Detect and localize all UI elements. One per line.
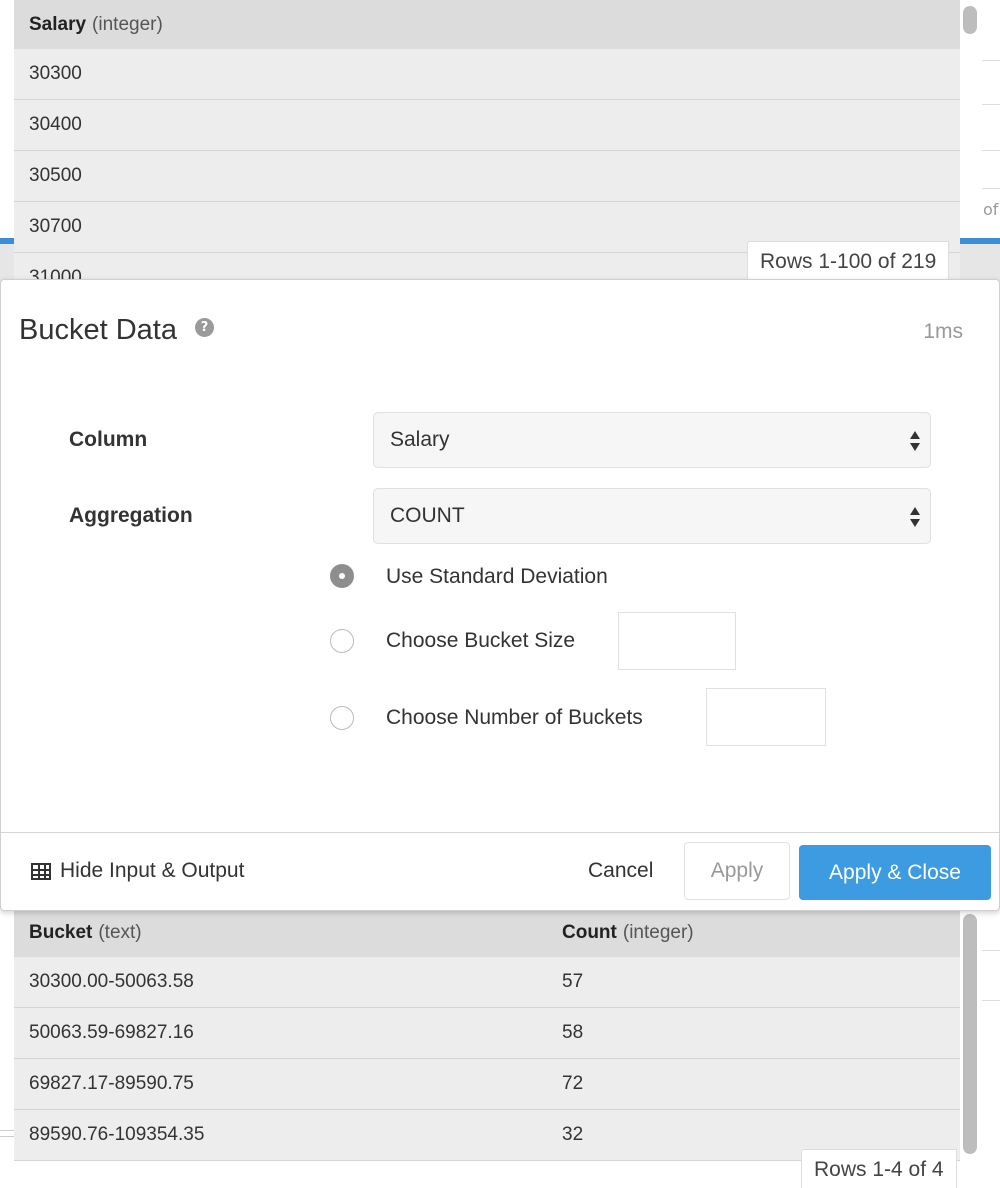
column-select[interactable]: Salary bbox=[373, 412, 931, 468]
sort-arrows-icon bbox=[910, 430, 920, 452]
table-row: 50063.59-69827.16 58 bbox=[14, 1008, 960, 1059]
table-cell: 57 bbox=[562, 971, 584, 992]
column-name: Bucket bbox=[29, 921, 93, 943]
modal-footer: Hide Input & Output Cancel Apply Apply &… bbox=[1, 832, 999, 910]
std-dev-radio[interactable] bbox=[330, 564, 354, 588]
column-header-salary[interactable]: Salary (integer) bbox=[29, 14, 163, 36]
output-table-scrollbar[interactable] bbox=[963, 914, 977, 1154]
output-rows-count: Rows 1-4 of 4 bbox=[801, 1149, 957, 1188]
table-cell: 89590.76-109354.35 bbox=[29, 1124, 205, 1145]
input-table-scrollbar[interactable] bbox=[963, 6, 977, 34]
bucket-size-radio[interactable] bbox=[330, 629, 354, 653]
hide-io-toggle[interactable]: Hide Input & Output bbox=[31, 859, 244, 883]
cancel-button[interactable]: Cancel bbox=[588, 859, 653, 883]
background-cut-text: of bbox=[983, 200, 999, 219]
column-select-value: Salary bbox=[390, 428, 450, 451]
output-table: Bucket (text) Count (integer) 30300.00-5… bbox=[14, 908, 960, 1188]
aggregation-select-value: COUNT bbox=[390, 504, 465, 527]
hide-io-label: Hide Input & Output bbox=[60, 859, 245, 882]
num-buckets-input[interactable] bbox=[706, 688, 826, 746]
column-name: Salary bbox=[29, 13, 87, 35]
table-cell: 58 bbox=[562, 1022, 584, 1043]
sort-arrows-icon bbox=[910, 506, 920, 528]
table-cell: 50063.59-69827.16 bbox=[29, 1022, 194, 1043]
output-table-header: Bucket (text) Count (integer) bbox=[14, 908, 960, 957]
table-icon bbox=[31, 862, 51, 880]
table-row: 30300.00-50063.58 57 bbox=[14, 957, 960, 1008]
bucket-size-input[interactable] bbox=[618, 612, 736, 670]
column-type: (integer) bbox=[92, 13, 163, 35]
input-rows-count: Rows 1-100 of 219 bbox=[747, 241, 950, 281]
table-row: 30300 bbox=[14, 49, 960, 100]
num-buckets-label: Choose Number of Buckets bbox=[386, 706, 643, 729]
table-row: 30500 bbox=[14, 151, 960, 202]
timing-label: 1ms bbox=[923, 320, 963, 343]
column-type: (text) bbox=[98, 921, 142, 943]
std-dev-label: Use Standard Deviation bbox=[386, 565, 608, 588]
table-cell: 30300 bbox=[29, 63, 82, 84]
table-cell: 30700 bbox=[29, 216, 82, 237]
num-buckets-radio[interactable] bbox=[330, 706, 354, 730]
table-row: 30400 bbox=[14, 100, 960, 151]
table-cell: 30400 bbox=[29, 114, 82, 135]
table-cell: 30300.00-50063.58 bbox=[29, 971, 194, 992]
column-header-count[interactable]: Count (integer) bbox=[562, 922, 960, 944]
table-cell: 30500 bbox=[29, 165, 82, 186]
modal-header: Bucket Data ? bbox=[19, 314, 214, 347]
apply-and-close-button[interactable]: Apply & Close bbox=[799, 845, 991, 900]
bucket-data-modal: Bucket Data ? 1ms Column Salary Aggregat… bbox=[0, 279, 1000, 911]
bucket-size-label: Choose Bucket Size bbox=[386, 629, 576, 652]
column-type: (integer) bbox=[622, 921, 694, 943]
question-circle-icon[interactable]: ? bbox=[194, 318, 214, 337]
input-table: Salary (integer) 30300 30400 30500 30700… bbox=[14, 0, 960, 282]
table-cell: 32 bbox=[562, 1124, 584, 1145]
apply-button[interactable]: Apply bbox=[684, 842, 790, 900]
aggregation-select[interactable]: COUNT bbox=[373, 488, 931, 544]
aggregation-label: Aggregation bbox=[69, 504, 193, 527]
column-label: Column bbox=[69, 428, 148, 451]
table-cell: 72 bbox=[562, 1073, 584, 1094]
modal-title: Bucket Data bbox=[19, 314, 177, 346]
table-cell: 69827.17-89590.75 bbox=[29, 1073, 194, 1094]
input-table-header: Salary (integer) bbox=[14, 0, 960, 49]
table-row: 69827.17-89590.75 72 bbox=[14, 1059, 960, 1110]
column-header-bucket[interactable]: Bucket (text) bbox=[29, 922, 562, 944]
column-name: Count bbox=[562, 921, 617, 943]
